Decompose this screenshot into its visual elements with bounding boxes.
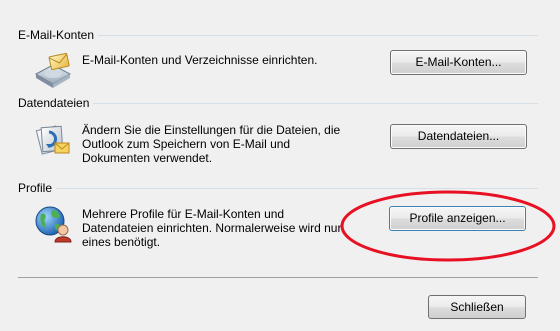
profiles-group-line xyxy=(18,188,538,189)
email-accounts-group-title: E-Mail-Konten xyxy=(18,28,99,42)
data-files-description-line-1: Ändern Sie die Einstellungen für die Dat… xyxy=(82,123,341,137)
footer-separator xyxy=(18,277,538,278)
show-profiles-button[interactable]: Profile anzeigen... xyxy=(389,206,526,231)
profiles-description: Mehrere Profile für E-Mail-Konten und Da… xyxy=(82,207,378,249)
profiles-description-line-2: Datendateien einrichten. Normalerweise w… xyxy=(82,221,342,235)
email-accounts-description: E-Mail-Konten und Verzeichnisse einricht… xyxy=(82,53,318,67)
data-files-description: Ändern Sie die Einstellungen für die Dat… xyxy=(82,123,378,165)
email-accounts-icon xyxy=(33,52,73,92)
profiles-description-line-3: eines benötigt. xyxy=(82,235,161,249)
data-files-group-title: Datendateien xyxy=(18,96,94,110)
profiles-group-title: Profile xyxy=(18,181,57,195)
data-files-group-line xyxy=(18,103,538,104)
data-files-button[interactable]: Datendateien... xyxy=(390,124,527,149)
data-files-icon xyxy=(33,119,73,159)
data-files-description-line-2: Outlook zum Speichern von E-Mail und xyxy=(82,137,291,151)
close-button[interactable]: Schließen xyxy=(428,295,526,319)
profiles-globe-icon xyxy=(33,204,73,244)
profiles-description-line-1: Mehrere Profile für E-Mail-Konten und xyxy=(82,207,285,221)
account-settings-dialog: { "sections": [ { "title": "E-Mail-Konte… xyxy=(0,0,560,331)
email-accounts-button[interactable]: E-Mail-Konten... xyxy=(390,50,527,75)
data-files-description-line-3: Dokumenten verwendet. xyxy=(82,151,213,165)
